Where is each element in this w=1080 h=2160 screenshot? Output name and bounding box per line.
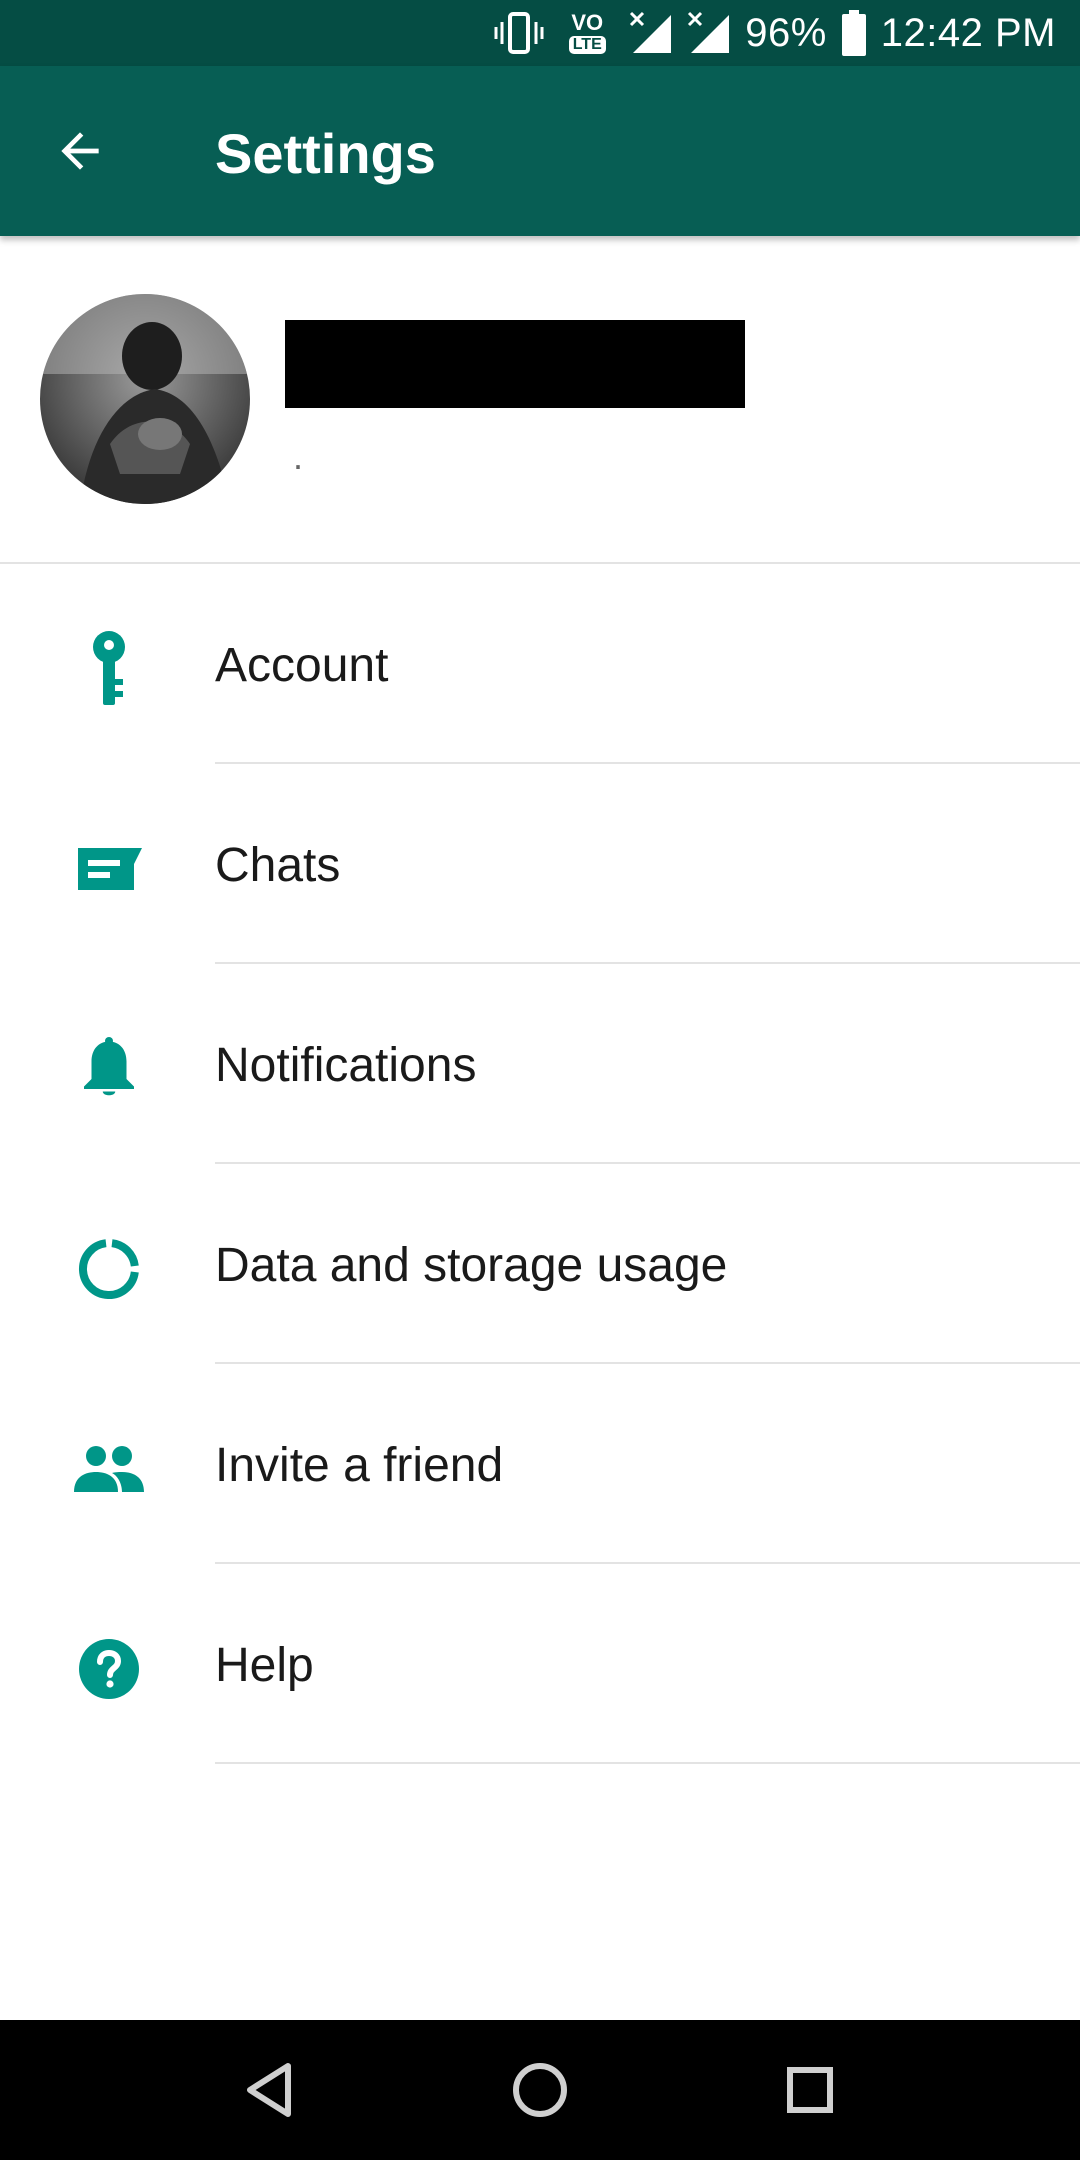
status-bar: VO LTE 96% 12:42 PM <box>0 0 1080 66</box>
battery-percent: 96% <box>745 10 827 55</box>
settings-item-help[interactable]: Help <box>0 1564 1080 1764</box>
settings-item-label: Chats <box>215 839 341 892</box>
recents-icon <box>787 2067 833 2113</box>
vibrate-icon <box>493 11 545 55</box>
help-icon <box>64 1624 154 1714</box>
back-button[interactable] <box>36 107 124 195</box>
nav-back-button[interactable] <box>230 2050 310 2130</box>
settings-item-account[interactable]: Account <box>0 564 1080 764</box>
battery-icon <box>841 10 867 56</box>
nav-recents-button[interactable] <box>770 2050 850 2130</box>
settings-item-label: Data and storage usage <box>215 1239 728 1292</box>
navigation-bar <box>0 2020 1080 2160</box>
settings-item-label: Help <box>215 1639 314 1692</box>
volte-bottom-label: LTE <box>568 36 606 54</box>
signal-icon <box>629 11 673 55</box>
avatar[interactable] <box>40 294 250 504</box>
volte-top-label: VO <box>571 10 604 35</box>
people-icon <box>64 1424 154 1514</box>
settings-item-invite[interactable]: Invite a friend <box>0 1364 1080 1564</box>
settings-item-label: Account <box>215 639 389 692</box>
settings-item-label: Notifications <box>215 1039 477 1092</box>
settings-item-label: Invite a friend <box>215 1439 504 1492</box>
profile-name <box>285 320 745 408</box>
settings-item-notifications[interactable]: Notifications <box>0 964 1080 1164</box>
nav-home-button[interactable] <box>500 2050 580 2130</box>
page-title: Settings <box>215 122 436 185</box>
settings-item-data-storage[interactable]: Data and storage usage <box>0 1164 1080 1364</box>
back-icon <box>247 2063 291 2117</box>
status-icons: VO LTE 96% 12:42 PM <box>493 0 1056 66</box>
home-icon <box>513 2063 567 2117</box>
profile-status: . <box>293 436 304 477</box>
profile-section[interactable]: . <box>0 236 1080 562</box>
settings-item-chats[interactable]: Chats <box>0 764 1080 964</box>
chat-icon <box>64 824 154 914</box>
arrow-back-icon <box>61 132 99 170</box>
divider <box>215 1762 1080 1764</box>
key-icon <box>64 624 154 714</box>
bell-icon <box>64 1024 154 1114</box>
data-usage-icon <box>64 1224 154 1314</box>
clock: 12:42 PM <box>880 10 1056 55</box>
volte-icon: VO LTE <box>559 3 615 63</box>
settings-list: Account Chats Notifications Data and sto… <box>0 564 1080 1764</box>
app-bar: Settings <box>0 66 1080 236</box>
signal-icon <box>687 11 731 55</box>
